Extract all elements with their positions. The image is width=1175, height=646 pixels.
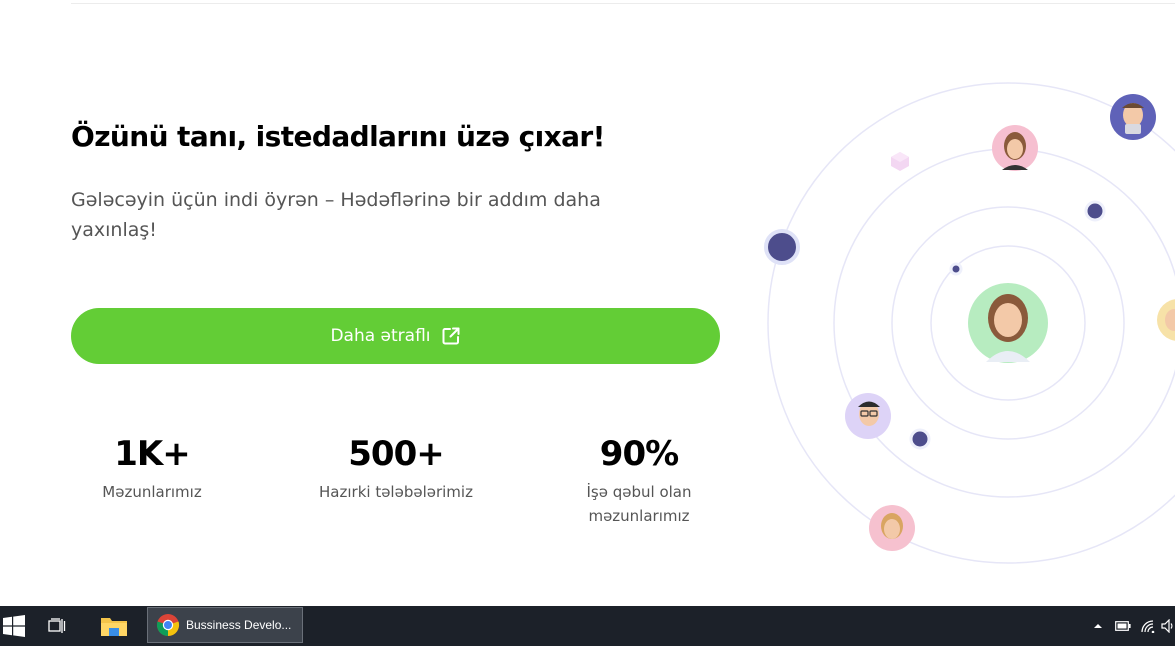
stat-label: Hazırki tələbələrimiz [319,483,473,501]
stat-value: 1K+ [114,434,191,474]
battery-button[interactable] [1113,606,1133,646]
hero-subtitle: Gələcəyin üçün indi öyrən – Hədəflərinə … [71,189,601,241]
stat-current-students: 500+ Hazırki tələbələrimiz [286,430,506,504]
chevron-up-icon [1094,624,1102,628]
dot-medium [1084,200,1106,222]
network-button[interactable] [1138,606,1158,646]
cube-icon [891,152,909,171]
file-explorer-button[interactable] [96,606,132,646]
landing-page: Özünü tanı, istedadlarını üzə çıxar! Gəl… [0,0,1175,606]
hero-title: Özünü tanı, istedadlarını üzə çıxar! [71,120,605,153]
task-view-icon [48,618,66,633]
avatar-bottom-pink [869,505,915,551]
dot-medium-lower [909,428,931,450]
orbit-illustration [764,82,1175,564]
avatar-left-glasses [845,393,891,439]
volume-icon [1160,619,1172,633]
external-link-icon [442,327,460,345]
stat-label: Məzunlarımız [102,483,202,501]
center-avatar [968,283,1048,363]
avatar-right-edge [1157,299,1175,341]
start-button[interactable] [0,606,28,646]
chrome-task-label: Bussiness Develo... [186,618,292,632]
header-divider [71,3,1175,4]
learn-more-label: Daha ətraflı [330,326,431,346]
stat-value: 500+ [348,434,444,474]
dot-large [764,229,800,265]
wifi-icon [1141,620,1155,633]
stat-graduates: 1K+ Məzunlarımız [42,430,262,504]
folder-icon [101,618,127,636]
learn-more-button[interactable]: Daha ətraflı [71,308,720,364]
stat-label: İşə qəbul olan məzunlarımız [586,483,692,525]
avatar-top-pink [992,125,1038,171]
show-hidden-icons-button[interactable] [1090,606,1106,646]
stat-employed-graduates: 90% İşə qəbul olan məzunlarımız [529,430,749,528]
windows-taskbar: Bussiness Develo... [0,606,1175,646]
volume-button[interactable] [1160,606,1175,646]
avatar-top-right [1110,94,1156,140]
windows-logo-icon [3,615,25,637]
battery-icon [1115,621,1131,631]
dot-small [949,262,963,276]
task-view-button[interactable] [40,606,74,646]
chrome-taskbar-button[interactable]: Bussiness Develo... [147,607,303,643]
stat-value: 90% [599,434,679,474]
chrome-icon [156,614,180,637]
